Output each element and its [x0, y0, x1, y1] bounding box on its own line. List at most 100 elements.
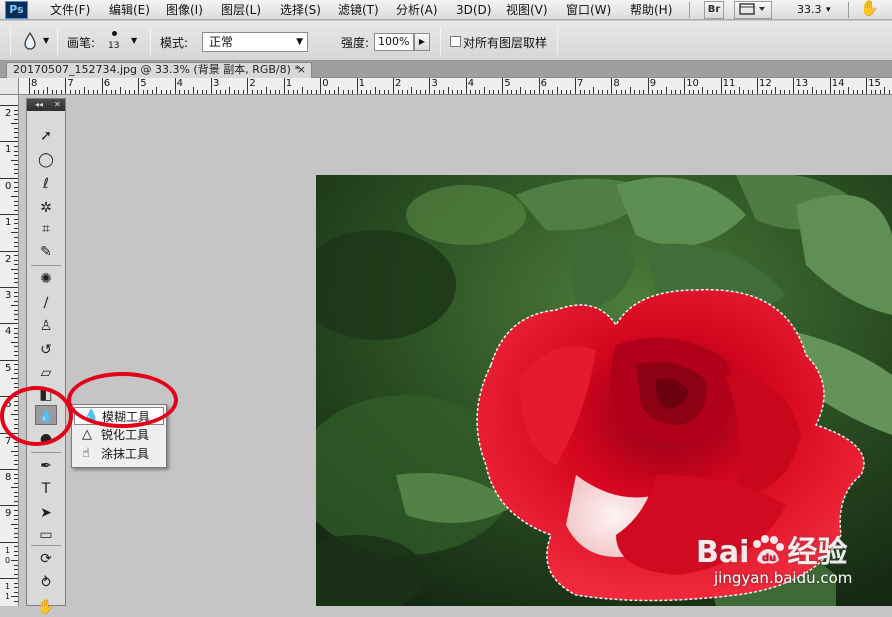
ruler-label: 7 [577, 78, 584, 89]
ruler-minor-tick [14, 277, 18, 279]
ruler-minor-tick [14, 546, 18, 548]
3d-orbit-tool[interactable]: ⥁ [35, 573, 57, 593]
ruler-minor-tick [370, 90, 372, 94]
menu-view[interactable]: 视图(V) [506, 2, 548, 18]
ruler-minor-tick [420, 90, 422, 94]
ruler-minor-tick [547, 90, 549, 94]
flyout-item-sharpen[interactable]: △ 锐化工具 [74, 426, 164, 444]
ruler-minor-tick [302, 87, 303, 94]
blur-tool-preset-icon[interactable] [22, 31, 38, 51]
brush-size: 13 [108, 41, 120, 51]
ruler-origin[interactable] [0, 78, 19, 95]
strength-slider-button[interactable]: ▶ [414, 33, 430, 51]
flyout-item-smudge[interactable]: ☝ 涂抹工具 [74, 445, 164, 463]
ruler-minor-tick [402, 90, 404, 94]
bridge-button[interactable]: Br [704, 1, 724, 19]
ruler-minor-tick [14, 350, 18, 352]
history-brush-tool[interactable]: ↺ [35, 340, 57, 360]
hand-tool[interactable]: ✋ [35, 597, 57, 617]
menu-3d[interactable]: 3D(D) [456, 2, 491, 18]
ruler-tick [575, 78, 576, 94]
zoom-level[interactable]: 33.3 [797, 2, 822, 18]
ruler-tick [65, 78, 67, 94]
ruler-tick [538, 78, 540, 94]
brush-caret-icon[interactable]: ▼ [131, 36, 137, 45]
ruler-label: 7 [5, 435, 12, 447]
menu-file[interactable]: 文件(F) [50, 2, 90, 18]
view-extras-button[interactable] [734, 1, 772, 19]
ruler-minor-tick [14, 296, 18, 298]
tools-panel-header[interactable]: ◂◂ ✕ [27, 99, 65, 111]
eraser-tool[interactable]: ▱ [35, 363, 57, 383]
menu-filter[interactable]: 滤镜(T) [338, 2, 379, 18]
move-tool[interactable]: ➚ [35, 126, 57, 146]
collapse-icon[interactable]: ◂◂ [35, 99, 43, 110]
ruler-minor-tick [711, 90, 713, 94]
strength-input[interactable]: 100% [374, 33, 414, 51]
ruler-label: 4 [467, 78, 475, 89]
ruler-minor-tick [620, 90, 622, 94]
clone-stamp-tool[interactable]: ♙ [35, 316, 57, 336]
vertical-ruler[interactable]: 2 1 0 1 2 3 4 5 6 7 8 9 10 11 [0, 95, 19, 606]
brush-picker[interactable]: 13 [103, 28, 127, 56]
ruler-minor-tick [388, 90, 390, 94]
spot-healing-tool[interactable]: ✺ [35, 269, 57, 289]
type-tool[interactable]: T [35, 479, 57, 499]
ruler-minor-tick [670, 90, 672, 94]
brush-icon: ∕ [43, 295, 49, 311]
pen-tool[interactable]: ✒ [35, 456, 57, 476]
ruler-minor-tick [14, 164, 18, 166]
zoom-caret-icon[interactable]: ▾ [826, 2, 831, 18]
ruler-minor-tick [206, 90, 208, 94]
shape-tool[interactable]: ▭ [35, 525, 57, 545]
pen-icon: ✒ [40, 458, 52, 474]
sharpen-icon: △ [82, 427, 92, 442]
crop-tool[interactable]: ⌗ [35, 219, 57, 239]
ruler-minor-tick [11, 450, 18, 452]
marquee-tool[interactable]: ◯ [35, 150, 57, 170]
sample-all-layers-checkbox[interactable] [450, 36, 461, 47]
tools-panel: ◂◂ ✕ ➚ ◯ ℓ ✲ ⌗ ✎ ✺ ∕ ♙ ↺ ▱ ◧ 💧 ● ✒ T ➤ ▭ ⟳ ⥁ ✋ [26, 98, 66, 615]
preset-caret-icon[interactable]: ▼ [43, 36, 49, 45]
paw-icon: du [749, 534, 787, 564]
ruler-minor-tick [11, 305, 18, 307]
ruler-minor-tick [524, 90, 526, 94]
3d-rotate-tool[interactable]: ⟳ [35, 549, 57, 569]
ruler-label: 13 [795, 78, 809, 89]
document-tab[interactable]: 20170507_152734.jpg @ 33.3% (背景 副本, RGB/… [6, 62, 312, 78]
ruler-minor-tick [14, 205, 18, 207]
menu-layer[interactable]: 图层(L) [221, 2, 261, 18]
menu-bar: Ps 文件(F) 编辑(E) 图像(I) 图层(L) 选择(S) 滤镜(T) 分… [0, 0, 892, 20]
path-selection-tool[interactable]: ➤ [35, 503, 57, 523]
photoshop-logo[interactable]: Ps [5, 1, 28, 19]
ruler-minor-tick [625, 90, 627, 94]
magic-wand-tool[interactable]: ✲ [35, 198, 57, 218]
brush-tool[interactable]: ∕ [35, 293, 57, 313]
ruler-minor-tick [579, 90, 581, 94]
flyout-item-label: 锐化工具 [101, 428, 150, 442]
ruler-minor-tick [14, 373, 18, 375]
close-icon[interactable]: ✕ [54, 99, 61, 110]
lasso-tool[interactable]: ℓ [35, 174, 57, 194]
ruler-minor-tick [14, 200, 18, 202]
menu-separator [689, 2, 690, 18]
menu-image[interactable]: 图像(I) [166, 2, 203, 18]
horizontal-ruler[interactable]: 8 7 6 5 4 3 2 1 0 1 2 3 4 5 6 7 8 9 10 11 12 13 14 15 [19, 78, 892, 95]
ruler-minor-tick [556, 87, 558, 94]
lasso-icon: ℓ [43, 176, 49, 192]
mode-select[interactable]: 正常 ▼ [202, 32, 308, 52]
eyedropper-tool[interactable]: ✎ [35, 242, 57, 262]
menu-analysis[interactable]: 分析(A) [396, 2, 438, 18]
ruler-tick [0, 578, 18, 580]
ruler-label: 6 [103, 78, 111, 89]
menu-edit[interactable]: 编辑(E) [109, 2, 150, 18]
menu-help[interactable]: 帮助(H) [630, 2, 672, 18]
ruler-label: 1 [285, 78, 293, 89]
hand-icon[interactable]: ✋ [860, 0, 879, 16]
menu-select[interactable]: 选择(S) [280, 2, 321, 18]
ruler-minor-tick [529, 90, 531, 94]
close-icon[interactable]: × [297, 63, 306, 77]
menu-window[interactable]: 窗口(W) [566, 2, 611, 18]
ruler-minor-tick [838, 90, 840, 94]
ruler-minor-tick [110, 90, 112, 94]
